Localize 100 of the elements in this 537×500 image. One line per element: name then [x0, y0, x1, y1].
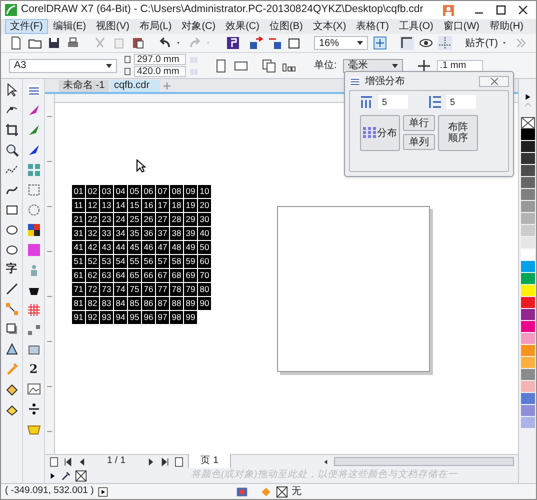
color-swatch[interactable] [520, 249, 534, 261]
dimension-icon[interactable] [4, 282, 18, 296]
menu-item[interactable]: 表格(T) [351, 19, 394, 34]
arrow-icon[interactable] [26, 103, 40, 117]
color-swatch[interactable] [520, 309, 534, 321]
nudge-field[interactable]: .1 mm [436, 60, 483, 72]
new-document-icon[interactable] [9, 36, 23, 50]
snap-dropdown[interactable]: 贴齐(T) [465, 36, 498, 50]
color-swatch[interactable] [520, 129, 534, 141]
menu-item[interactable]: 视图(V) [91, 19, 134, 34]
eye-icon[interactable] [419, 36, 434, 50]
transparency-icon[interactable] [4, 342, 18, 356]
play-icon[interactable] [49, 470, 57, 480]
all-pages-icon[interactable] [262, 58, 276, 72]
add-page-icon[interactable] [174, 456, 184, 466]
color-swatch[interactable] [520, 225, 534, 237]
rectangle-icon[interactable] [4, 203, 18, 217]
export-icon[interactable] [268, 36, 282, 50]
menu-item[interactable]: 效果(C) [220, 19, 264, 34]
frame-icon[interactable] [26, 183, 40, 197]
page-size-dropdown[interactable]: A3 [9, 58, 117, 72]
color-swatch[interactable] [520, 321, 534, 333]
nudge-icon[interactable] [416, 58, 431, 72]
array-order-button[interactable]: 布阵顺序 [438, 115, 478, 151]
pointer-icon[interactable] [4, 83, 18, 97]
color-swatch[interactable] [520, 165, 534, 177]
color-swatch[interactable] [520, 417, 534, 429]
ellipse-icon[interactable] [4, 223, 18, 237]
width-icon[interactable] [123, 55, 132, 64]
plugin-logo-icon[interactable] [349, 75, 361, 87]
no-color-swatch[interactable] [520, 117, 534, 129]
polygon-icon[interactable] [4, 243, 18, 257]
divide-icon[interactable] [26, 402, 40, 416]
menu-item[interactable]: 位图(B) [264, 19, 308, 34]
zoom-icon[interactable] [4, 143, 18, 157]
zoom-fit-icon[interactable] [373, 36, 388, 50]
color-swatch[interactable] [520, 369, 534, 381]
menu-item[interactable]: 编辑(E) [48, 19, 92, 34]
color-swatch[interactable] [520, 141, 534, 153]
arrow-icon[interactable] [26, 123, 40, 137]
menu-item[interactable]: 工具(O) [394, 19, 438, 34]
single-column-button[interactable]: 单列 [403, 134, 435, 150]
add-page-icon[interactable] [49, 456, 59, 466]
color-swatch[interactable] [520, 237, 534, 249]
menu-item[interactable]: 对象(C) [176, 19, 221, 34]
crop-icon[interactable] [4, 123, 18, 137]
color-swatch[interactable] [520, 201, 534, 213]
menu-item[interactable]: 窗口(W) [438, 19, 485, 34]
menu-item[interactable]: 布局(L) [134, 19, 177, 34]
height-field[interactable]: 420.0 mm [134, 66, 186, 77]
horizontal-scrollbar[interactable] [334, 457, 514, 466]
square-icon[interactable] [26, 243, 40, 257]
plugin-logo-icon[interactable] [26, 83, 40, 97]
color-swatch[interactable] [520, 345, 534, 357]
paste-icon[interactable] [131, 36, 145, 50]
image-icon[interactable] [26, 382, 40, 396]
color-swatch[interactable] [520, 297, 534, 309]
menu-item[interactable]: 文本(X) [308, 19, 352, 34]
eyedropper-icon[interactable] [61, 470, 71, 480]
color-swatch[interactable] [520, 285, 534, 297]
last-page-icon[interactable] [160, 456, 170, 466]
nodes-icon[interactable] [26, 323, 40, 337]
launcher-icon[interactable] [226, 36, 240, 50]
color-swatch[interactable] [520, 273, 534, 285]
palette-menu-icon[interactable] [524, 93, 532, 101]
first-page-icon[interactable] [63, 456, 73, 466]
menu-item[interactable]: 文件(F) [5, 19, 48, 34]
play-icon[interactable] [98, 486, 108, 496]
arrow-icon[interactable] [26, 143, 40, 157]
connector-icon[interactable] [4, 302, 18, 316]
columns-icon[interactable] [360, 95, 374, 109]
portrait-icon[interactable] [214, 58, 228, 72]
import-icon[interactable] [249, 36, 263, 50]
rows-icon[interactable] [428, 95, 442, 109]
close-button[interactable] [479, 76, 509, 86]
color-swatch[interactable] [520, 381, 534, 393]
rulers-icon[interactable] [400, 36, 414, 50]
color-swatch[interactable] [520, 189, 534, 201]
close-icon[interactable] [518, 5, 528, 15]
document-tab[interactable]: cqfb.cdr [110, 80, 160, 92]
document-tab[interactable]: 未命名 -1 [59, 80, 109, 92]
landscape-icon[interactable] [234, 58, 248, 72]
color-swatch[interactable] [520, 393, 534, 405]
menu-item[interactable]: 帮助(H) [484, 19, 528, 34]
color-swatch[interactable] [520, 333, 534, 345]
color-blocks-icon[interactable] [26, 223, 40, 237]
width-field[interactable]: 297.0 mm [134, 54, 186, 65]
color-swatch[interactable] [520, 261, 534, 273]
single-row-button[interactable]: 单行 [403, 115, 435, 131]
print-icon[interactable] [66, 36, 80, 50]
user-icon[interactable] [443, 4, 454, 16]
no-fill-icon[interactable] [276, 486, 288, 498]
shadow-icon[interactable] [4, 322, 18, 336]
rows-field[interactable]: 5 [446, 95, 476, 109]
columns-field[interactable]: 5 [378, 95, 408, 109]
undo-icon[interactable] [158, 36, 172, 50]
maximize-icon[interactable] [496, 5, 506, 15]
screen-icon[interactable] [26, 343, 40, 357]
circle-nodes-icon[interactable] [26, 203, 40, 217]
grid-icon[interactable] [26, 163, 40, 177]
